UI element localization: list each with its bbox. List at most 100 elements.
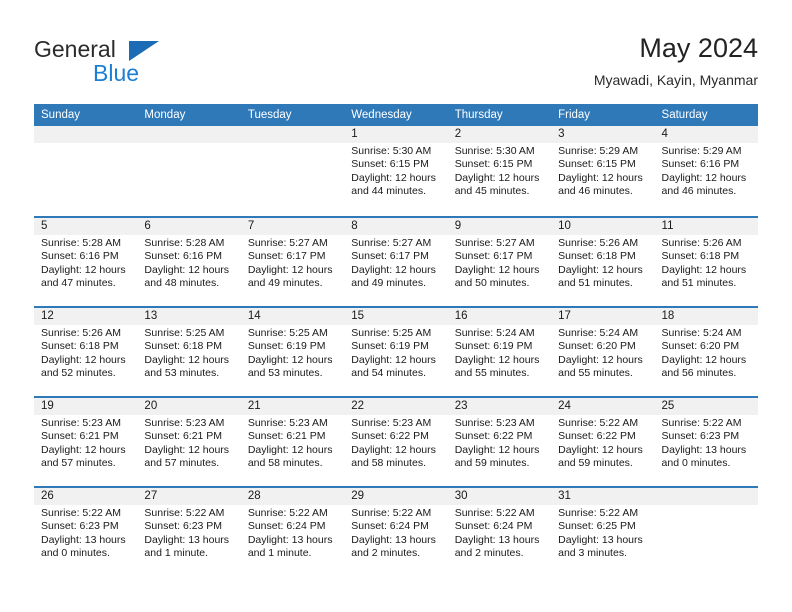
- sunrise-text: Sunrise: 5:25 AM: [247, 327, 328, 339]
- day-number: 18: [654, 308, 758, 325]
- calendar-day-cell[interactable]: 26 Sunrise: 5:22 AM Sunset: 6:23 PM Dayligh…: [34, 488, 138, 576]
- daylight-text-line2: and 47 minutes.: [41, 277, 116, 290]
- day-sun-info: Sunrise: 5:22 AM Sunset: 6:24 PM Daylight:…: [448, 505, 551, 561]
- page-title: May 2024: [639, 33, 758, 63]
- sunrise-text: Sunrise: 5:23 AM: [247, 417, 328, 429]
- daylight-text-line1: Daylight: 12 hours: [661, 263, 747, 276]
- calendar-day-cell[interactable]: 5 Sunrise: 5:28 AM Sunset: 6:16 PM Daylight…: [34, 218, 138, 306]
- day-number: 31: [551, 488, 655, 505]
- day-number: 8: [344, 218, 448, 235]
- day-sun-info: Sunrise: 5:29 AM Sunset: 6:15 PM Daylight:…: [551, 143, 654, 199]
- calendar-day-cell[interactable]: 9 Sunrise: 5:27 AM Sunset: 6:17 PM Daylight…: [447, 218, 552, 306]
- day-sun-info: Sunrise: 5:24 AM Sunset: 6:19 PM Daylight:…: [448, 325, 551, 381]
- sunrise-text: Sunrise: 5:27 AM: [351, 237, 432, 249]
- calendar-day-cell[interactable]: 16 Sunrise: 5:24 AM Sunset: 6:19 PM Dayligh…: [447, 308, 552, 396]
- weekday-header-saturday: Saturday: [661, 109, 708, 121]
- calendar-day-cell[interactable]: 2 Sunrise: 5:30 AM Sunset: 6:15 PM Daylight…: [447, 126, 552, 216]
- sunrise-text: Sunrise: 5:30 AM: [351, 145, 432, 157]
- sunset-text: Sunset: 6:16 PM: [41, 250, 119, 263]
- sunrise-text: Sunrise: 5:30 AM: [454, 145, 535, 157]
- calendar-day-cell[interactable]: 18 Sunrise: 5:24 AM Sunset: 6:20 PM Dayligh…: [654, 308, 758, 396]
- calendar-day-cell[interactable]: 13 Sunrise: 5:25 AM Sunset: 6:18 PM Dayligh…: [137, 308, 241, 396]
- calendar-day-cell[interactable]: 19 Sunrise: 5:23 AM Sunset: 6:21 PM Dayligh…: [34, 398, 138, 486]
- sunrise-text: Sunrise: 5:22 AM: [351, 507, 432, 519]
- calendar-day-cell[interactable]: 29 Sunrise: 5:22 AM Sunset: 6:24 PM Dayligh…: [344, 488, 448, 576]
- calendar-day-cell[interactable]: 15 Sunrise: 5:25 AM Sunset: 6:19 PM Dayligh…: [344, 308, 448, 396]
- calendar-day-cell[interactable]: 30 Sunrise: 5:22 AM Sunset: 6:24 PM Dayligh…: [447, 488, 552, 576]
- calendar-body: 1 Sunrise: 5:30 AM Sunset: 6:15 PM Daylight…: [34, 126, 758, 576]
- calendar-day-cell[interactable]: 20 Sunrise: 5:23 AM Sunset: 6:21 PM Dayligh…: [137, 398, 241, 486]
- day-number: [240, 126, 345, 143]
- calendar-day-cell[interactable]: 28 Sunrise: 5:22 AM Sunset: 6:24 PM Dayligh…: [240, 488, 345, 576]
- day-number: 9: [447, 218, 552, 235]
- calendar-day-cell[interactable]: 3 Sunrise: 5:29 AM Sunset: 6:15 PM Daylight…: [551, 126, 655, 216]
- calendar-day-cell[interactable]: 6 Sunrise: 5:28 AM Sunset: 6:16 PM Daylight…: [137, 218, 241, 306]
- calendar-day-cell[interactable]: 23 Sunrise: 5:23 AM Sunset: 6:22 PM Dayligh…: [447, 398, 552, 486]
- day-number: 28: [240, 488, 345, 505]
- calendar-day-cell[interactable]: 11 Sunrise: 5:26 AM Sunset: 6:18 PM Dayligh…: [654, 218, 758, 306]
- daylight-text-line1: Daylight: 12 hours: [661, 171, 747, 184]
- weekday-header-row: Sunday Monday Tuesday Wednesday Thursday Frid…: [34, 104, 758, 126]
- weekday-header-wednesday: Wednesday: [351, 109, 412, 121]
- calendar-day-cell[interactable]: 17 Sunrise: 5:24 AM Sunset: 6:20 PM Dayligh…: [551, 308, 655, 396]
- day-sun-info: Sunrise: 5:22 AM Sunset: 6:23 PM Daylight:…: [34, 505, 137, 561]
- calendar-day-cell[interactable]: 12 Sunrise: 5:26 AM Sunset: 6:18 PM Dayligh…: [34, 308, 138, 396]
- daylight-text-line1: Daylight: 13 hours: [558, 533, 643, 546]
- calendar-day-cell[interactable]: 24 Sunrise: 5:22 AM Sunset: 6:22 PM Dayligh…: [551, 398, 655, 486]
- daylight-text-line2: and 59 minutes.: [558, 457, 633, 470]
- sunset-text: Sunset: 6:17 PM: [351, 250, 429, 263]
- sunset-text: Sunset: 6:25 PM: [558, 520, 636, 533]
- weekday-header-monday: Monday: [144, 109, 186, 121]
- calendar-day-cell[interactable]: 8 Sunrise: 5:27 AM Sunset: 6:17 PM Daylight…: [344, 218, 448, 306]
- calendar-day-cell[interactable]: 27 Sunrise: 5:22 AM Sunset: 6:23 PM Dayligh…: [137, 488, 241, 576]
- weekday-header-friday: Friday: [558, 109, 591, 121]
- sunrise-text: Sunrise: 5:22 AM: [661, 417, 742, 429]
- daylight-text-line2: and 53 minutes.: [144, 367, 220, 380]
- calendar-day-cell[interactable]: 4 Sunrise: 5:29 AM Sunset: 6:16 PM Daylight…: [654, 126, 758, 216]
- calendar-day-cell[interactable]: 21 Sunrise: 5:23 AM Sunset: 6:21 PM Dayligh…: [240, 398, 345, 486]
- sunrise-text: Sunrise: 5:28 AM: [144, 237, 225, 249]
- daylight-text-line1: Daylight: 12 hours: [247, 443, 333, 456]
- day-number: 22: [344, 398, 448, 415]
- sunrise-text: Sunrise: 5:27 AM: [247, 237, 328, 249]
- sunrise-text: Sunrise: 5:23 AM: [41, 417, 121, 429]
- day-sun-info: Sunrise: 5:23 AM Sunset: 6:21 PM Daylight:…: [34, 415, 137, 471]
- sunset-text: Sunset: 6:21 PM: [144, 430, 223, 443]
- calendar-week-row: 19 Sunrise: 5:23 AM Sunset: 6:21 PM Dayligh…: [34, 396, 758, 486]
- daylight-text-line1: Daylight: 13 hours: [351, 533, 436, 546]
- day-sun-info: Sunrise: 5:30 AM Sunset: 6:15 PM Daylight:…: [344, 143, 447, 199]
- day-number: 14: [240, 308, 345, 325]
- day-sun-info: Sunrise: 5:28 AM Sunset: 6:16 PM Daylight:…: [137, 235, 240, 291]
- day-number: 25: [654, 398, 758, 415]
- calendar-day-cell[interactable]: 22 Sunrise: 5:23 AM Sunset: 6:22 PM Dayligh…: [344, 398, 448, 486]
- sunrise-text: Sunrise: 5:26 AM: [41, 327, 121, 339]
- sunset-text: Sunset: 6:19 PM: [351, 340, 429, 353]
- calendar-day-cell[interactable]: 31 Sunrise: 5:22 AM Sunset: 6:25 PM Dayligh…: [551, 488, 655, 576]
- daylight-text-line1: Daylight: 12 hours: [454, 171, 540, 184]
- calendar-day-cell-empty: [137, 126, 241, 216]
- daylight-text-line1: Daylight: 13 hours: [247, 533, 333, 546]
- day-sun-info: Sunrise: 5:25 AM Sunset: 6:19 PM Daylight:…: [344, 325, 447, 381]
- daylight-text-line1: Daylight: 12 hours: [558, 171, 643, 184]
- calendar-day-cell[interactable]: 25 Sunrise: 5:22 AM Sunset: 6:23 PM Dayligh…: [654, 398, 758, 486]
- calendar-day-cell[interactable]: 1 Sunrise: 5:30 AM Sunset: 6:15 PM Daylight…: [344, 126, 448, 216]
- calendar-day-cell[interactable]: 10 Sunrise: 5:26 AM Sunset: 6:18 PM Dayligh…: [551, 218, 655, 306]
- general-blue-logo[interactable]: General Blue: [34, 36, 234, 90]
- calendar-day-cell[interactable]: 7 Sunrise: 5:27 AM Sunset: 6:17 PM Daylight…: [240, 218, 345, 306]
- day-number: 23: [447, 398, 552, 415]
- sunset-text: Sunset: 6:22 PM: [351, 430, 429, 443]
- sunset-text: Sunset: 6:15 PM: [454, 158, 533, 171]
- sunrise-text: Sunrise: 5:22 AM: [247, 507, 328, 519]
- day-number: [654, 488, 758, 505]
- day-number: 2: [447, 126, 552, 143]
- calendar-day-cell[interactable]: 14 Sunrise: 5:25 AM Sunset: 6:19 PM Dayligh…: [240, 308, 345, 396]
- daylight-text-line1: Daylight: 12 hours: [558, 263, 643, 276]
- calendar-week-row: 26 Sunrise: 5:22 AM Sunset: 6:23 PM Dayligh…: [34, 486, 758, 576]
- day-number: 3: [551, 126, 655, 143]
- daylight-text-line1: Daylight: 12 hours: [454, 443, 540, 456]
- day-sun-info: Sunrise: 5:28 AM Sunset: 6:16 PM Daylight:…: [34, 235, 137, 291]
- daylight-text-line1: Daylight: 12 hours: [661, 353, 747, 366]
- daylight-text-line2: and 49 minutes.: [247, 277, 323, 290]
- sunset-text: Sunset: 6:23 PM: [144, 520, 223, 533]
- daylight-text-line1: Daylight: 12 hours: [351, 263, 436, 276]
